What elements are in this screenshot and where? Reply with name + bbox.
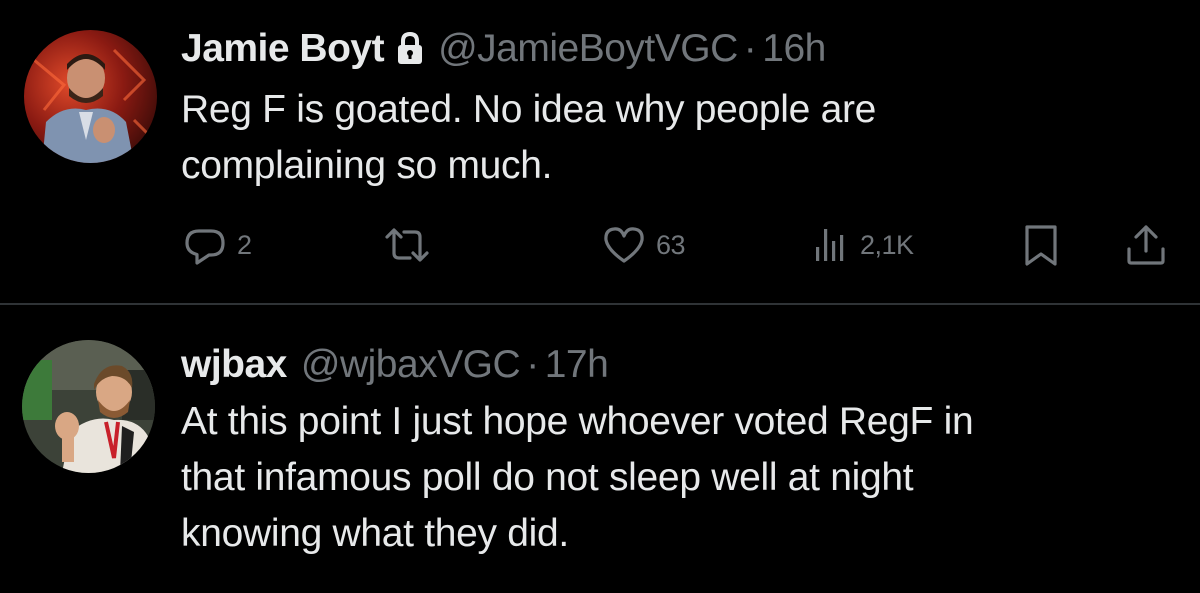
reply-count: 2 bbox=[237, 229, 252, 260]
tweet-text: Reg F is goated. No idea why people are … bbox=[181, 88, 877, 187]
like-count: 63 bbox=[656, 229, 686, 260]
bookmark-icon bbox=[1023, 223, 1059, 267]
tweet[interactable]: Jamie Boyt @JamieBoytVGC · 16h Reg F is … bbox=[0, 0, 1200, 303]
share-icon bbox=[1124, 223, 1168, 267]
separator-dot: · bbox=[526, 343, 539, 386]
reply-button[interactable]: 2 bbox=[183, 220, 252, 270]
author-handle[interactable]: @JamieBoytVGC bbox=[438, 25, 738, 73]
views-button[interactable]: 2,1K bbox=[814, 220, 914, 270]
like-button[interactable]: 63 bbox=[602, 220, 686, 270]
retweet-icon bbox=[383, 223, 431, 267]
lock-icon bbox=[396, 31, 424, 67]
views-icon bbox=[814, 223, 850, 267]
separator-dot: · bbox=[743, 27, 757, 70]
tweet-header: Jamie Boyt @JamieBoytVGC · 16h bbox=[181, 25, 826, 73]
reply-icon bbox=[183, 223, 227, 267]
author-handle[interactable]: @wjbaxVGC bbox=[301, 341, 521, 389]
avatar[interactable] bbox=[22, 340, 155, 473]
author-name[interactable]: Jamie Boyt bbox=[181, 25, 385, 73]
views-count: 2,1K bbox=[860, 229, 914, 260]
tweet[interactable]: wjbax @wjbaxVGC · 17h At this point I ju… bbox=[0, 305, 1200, 593]
action-bar: 2 63 2,1K bbox=[0, 220, 1200, 270]
avatar[interactable] bbox=[24, 30, 157, 163]
bookmark-button[interactable] bbox=[1023, 220, 1059, 270]
timestamp[interactable]: 16h bbox=[762, 25, 826, 73]
author-name[interactable]: wjbax bbox=[181, 341, 287, 389]
heart-icon bbox=[602, 223, 646, 267]
timestamp[interactable]: 17h bbox=[545, 341, 609, 389]
tweet-header: wjbax @wjbaxVGC · 17h bbox=[181, 341, 609, 389]
share-button[interactable] bbox=[1124, 220, 1168, 270]
retweet-button[interactable] bbox=[383, 220, 441, 270]
tweet-text: At this point I just hope whoever voted … bbox=[181, 400, 974, 555]
